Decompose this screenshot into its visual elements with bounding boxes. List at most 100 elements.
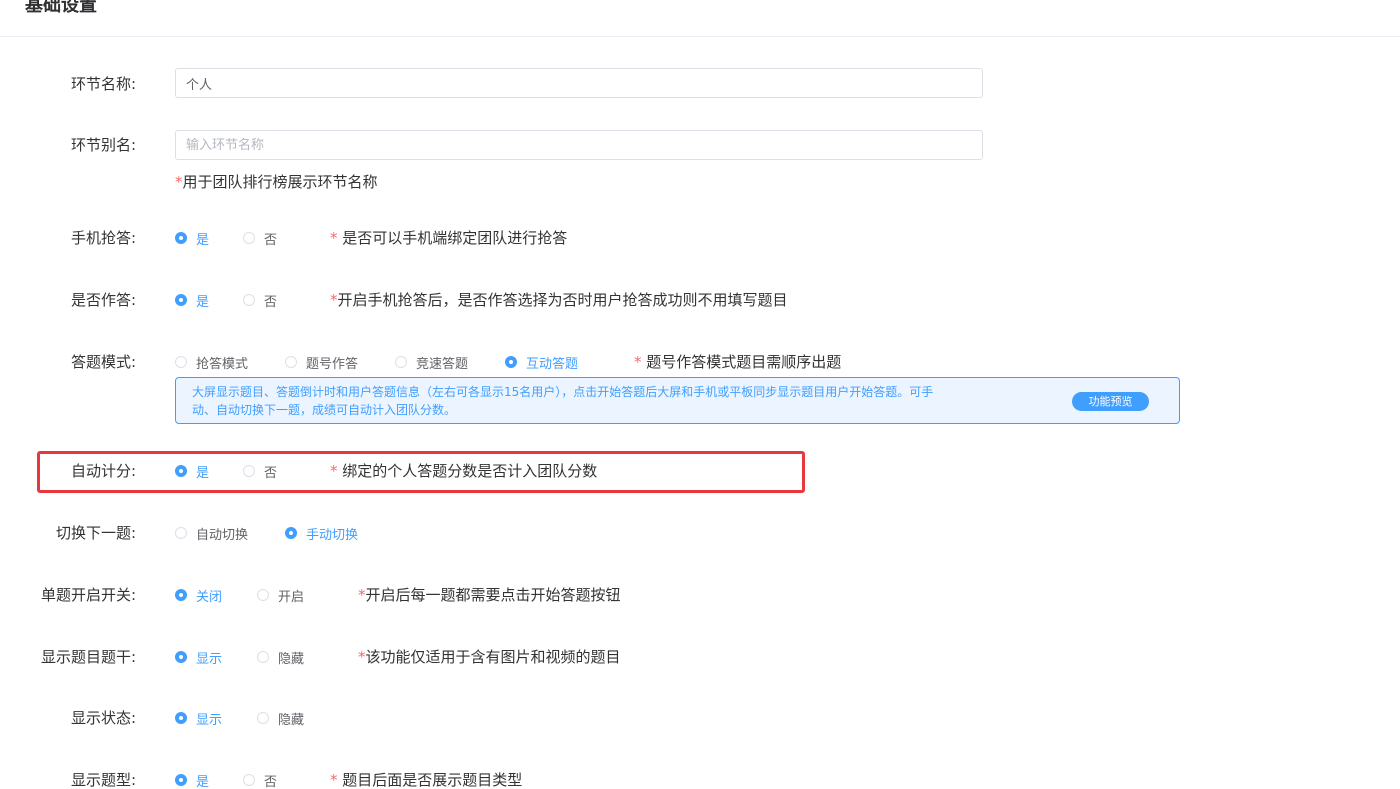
radio-label: 竞速答题 bbox=[416, 356, 469, 372]
single-switch-label: 单题开启开关: bbox=[40, 586, 136, 604]
auto-score-radio-no[interactable]: 否 bbox=[243, 461, 277, 481]
radio-dot-icon bbox=[175, 651, 187, 663]
show-stem-hint-text: 该功能仅适用于含有图片和视频的题目 bbox=[365, 648, 621, 666]
radio-label: 隐藏 bbox=[278, 712, 305, 728]
radio-dot-icon bbox=[175, 465, 187, 477]
switch-next-radio-manual[interactable]: 手动切换 bbox=[285, 523, 358, 543]
phone-grab-label: 手机抢答: bbox=[70, 229, 136, 247]
radio-dot-icon bbox=[175, 294, 187, 306]
radio-label: 否 bbox=[264, 232, 278, 248]
settings-page: 基础设置 环节名称: 环节别名: *用于团队排行榜展示环节名称 手机抢答: 是 … bbox=[0, 0, 1400, 789]
phone-grab-radio-yes[interactable]: 是 bbox=[175, 228, 209, 248]
answer-mode-info-box: 大屏显示题目、答题倒计时和用户答题信息（左右可各显示15名用户），点击开始答题后… bbox=[175, 377, 1180, 424]
feature-preview-button[interactable]: 功能预览 bbox=[1072, 392, 1149, 411]
radio-label: 是 bbox=[196, 774, 210, 789]
info-line-2: 动、自动切换下一题，成绩可自动计入团队分数。 bbox=[192, 403, 457, 417]
radio-label: 显示 bbox=[196, 651, 223, 667]
stage-alias-hint: *用于团队排行榜展示环节名称 bbox=[175, 172, 378, 192]
show-stem-radio-hide[interactable]: 隐藏 bbox=[257, 647, 304, 667]
radio-dot-icon bbox=[257, 712, 269, 724]
required-star: * bbox=[330, 229, 338, 247]
answer-mode-radio-race[interactable]: 竞速答题 bbox=[395, 352, 468, 372]
radio-dot-icon bbox=[395, 356, 407, 368]
show-type-label: 显示题型: bbox=[70, 771, 136, 789]
radio-label: 隐藏 bbox=[278, 651, 305, 667]
radio-label: 否 bbox=[264, 465, 278, 481]
auto-score-radio-yes[interactable]: 是 bbox=[175, 461, 209, 481]
answer-mode-radio-interactive[interactable]: 互动答题 bbox=[505, 352, 578, 372]
show-status-radio-show[interactable]: 显示 bbox=[175, 708, 222, 728]
phone-grab-hint: * 是否可以手机端绑定团队进行抢答 bbox=[330, 228, 567, 248]
answer-mode-hint-text: 题号作答模式题目需顺序出题 bbox=[641, 353, 842, 371]
answer-mode-radio-grab[interactable]: 抢答模式 bbox=[175, 352, 248, 372]
radio-dot-icon bbox=[175, 356, 187, 368]
auto-score-label: 自动计分: bbox=[70, 462, 136, 480]
show-stem-radio-show[interactable]: 显示 bbox=[175, 647, 222, 667]
answer-mode-info-text: 大屏显示题目、答题倒计时和用户答题信息（左右可各显示15名用户），点击开始答题后… bbox=[192, 383, 1062, 419]
auto-score-hint-text: 绑定的个人答题分数是否计入团队分数 bbox=[337, 462, 598, 480]
auto-score-hint: * 绑定的个人答题分数是否计入团队分数 bbox=[330, 461, 597, 481]
show-type-hint: * 题目后面是否展示题目类型 bbox=[330, 770, 522, 789]
single-switch-radio-on[interactable]: 开启 bbox=[257, 585, 304, 605]
radio-dot-icon bbox=[175, 774, 187, 786]
single-switch-hint-text: 开启后每一题都需要点击开始答题按钮 bbox=[365, 586, 621, 604]
radio-label: 是 bbox=[196, 232, 210, 248]
radio-label: 自动切换 bbox=[196, 527, 249, 543]
show-status-radio-hide[interactable]: 隐藏 bbox=[257, 708, 304, 728]
show-type-hint-text: 题目后面是否展示题目类型 bbox=[337, 771, 523, 789]
need-answer-radio-yes[interactable]: 是 bbox=[175, 290, 209, 310]
switch-next-label: 切换下一题: bbox=[55, 524, 136, 542]
radio-label: 开启 bbox=[278, 589, 305, 605]
radio-dot-icon bbox=[285, 527, 297, 539]
radio-dot-icon bbox=[257, 589, 269, 601]
show-stem-label: 显示题目题干: bbox=[40, 648, 136, 666]
radio-label: 抢答模式 bbox=[196, 356, 249, 372]
show-type-radio-no[interactable]: 否 bbox=[243, 770, 277, 789]
radio-dot-icon bbox=[175, 712, 187, 724]
phone-grab-radio-no[interactable]: 否 bbox=[243, 228, 277, 248]
required-star: * bbox=[358, 586, 366, 604]
radio-dot-icon bbox=[243, 465, 255, 477]
show-stem-hint: *该功能仅适用于含有图片和视频的题目 bbox=[358, 647, 621, 667]
radio-label: 手动切换 bbox=[306, 527, 359, 543]
answer-mode-label: 答题模式: bbox=[70, 353, 136, 371]
required-star: * bbox=[330, 291, 338, 309]
radio-dot-icon bbox=[505, 356, 517, 368]
phone-grab-hint-text: 是否可以手机端绑定团队进行抢答 bbox=[337, 229, 568, 247]
required-star: * bbox=[175, 173, 183, 191]
radio-label: 是 bbox=[196, 294, 210, 310]
section-title: 基础设置 bbox=[25, 0, 97, 16]
radio-label: 互动答题 bbox=[526, 356, 579, 372]
stage-name-input[interactable] bbox=[175, 68, 983, 98]
radio-dot-icon bbox=[175, 232, 187, 244]
need-answer-label: 是否作答: bbox=[70, 291, 136, 309]
required-star: * bbox=[634, 353, 642, 371]
radio-dot-icon bbox=[243, 232, 255, 244]
radio-label: 显示 bbox=[196, 712, 223, 728]
radio-dot-icon bbox=[243, 294, 255, 306]
show-type-radio-yes[interactable]: 是 bbox=[175, 770, 209, 789]
need-answer-radio-no[interactable]: 否 bbox=[243, 290, 277, 310]
switch-next-radio-auto[interactable]: 自动切换 bbox=[175, 523, 248, 543]
stage-alias-label: 环节别名: bbox=[70, 136, 136, 154]
radio-label: 否 bbox=[264, 774, 278, 789]
radio-label: 关闭 bbox=[196, 589, 223, 605]
show-status-label: 显示状态: bbox=[70, 709, 136, 727]
stage-alias-input[interactable] bbox=[175, 130, 983, 160]
radio-dot-icon bbox=[175, 589, 187, 601]
required-star: * bbox=[330, 771, 338, 789]
answer-mode-radio-number[interactable]: 题号作答 bbox=[285, 352, 358, 372]
need-answer-hint: *开启手机抢答后，是否作答选择为否时用户抢答成功则不用填写题目 bbox=[330, 290, 788, 310]
radio-dot-icon bbox=[285, 356, 297, 368]
radio-dot-icon bbox=[175, 527, 187, 539]
radio-label: 是 bbox=[196, 465, 210, 481]
radio-dot-icon bbox=[243, 774, 255, 786]
radio-label: 题号作答 bbox=[306, 356, 359, 372]
single-switch-hint: *开启后每一题都需要点击开始答题按钮 bbox=[358, 585, 621, 605]
need-answer-hint-text: 开启手机抢答后，是否作答选择为否时用户抢答成功则不用填写题目 bbox=[337, 291, 788, 309]
required-star: * bbox=[358, 648, 366, 666]
radio-dot-icon bbox=[257, 651, 269, 663]
info-line-1: 大屏显示题目、答题倒计时和用户答题信息（左右可各显示15名用户），点击开始答题后… bbox=[192, 385, 934, 399]
section-header: 基础设置 bbox=[0, 0, 1400, 37]
single-switch-radio-off[interactable]: 关闭 bbox=[175, 585, 222, 605]
